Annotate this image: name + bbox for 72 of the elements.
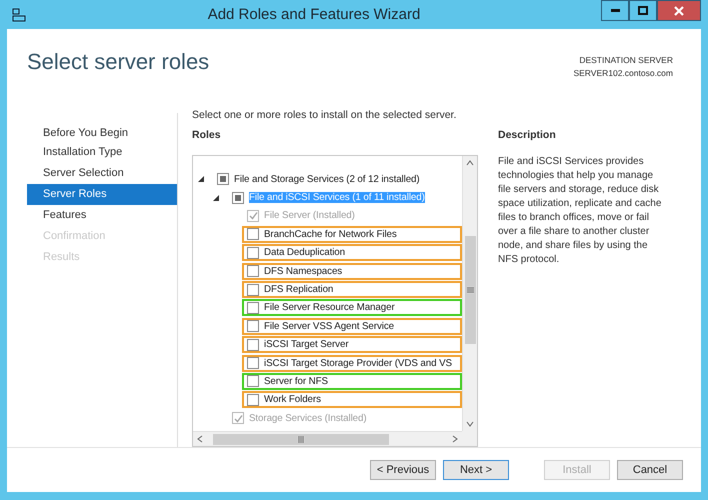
highlight-frame[interactable]: Data Deduplication xyxy=(242,244,462,262)
wizard-step[interactable]: Features xyxy=(27,205,177,226)
page-title: Select server roles xyxy=(27,49,210,76)
checkbox[interactable] xyxy=(247,228,259,240)
window-title: Add Roles and Features Wizard xyxy=(206,6,422,23)
roles-heading: Roles xyxy=(192,129,222,143)
highlight-frame[interactable]: iSCSI Target Storage Provider (VDS and VS xyxy=(242,354,462,372)
role-label: File and Storage Services (2 of 12 installed) xyxy=(234,174,420,185)
highlight-frame[interactable]: iSCSI Target Server xyxy=(242,336,462,354)
highlight-frame[interactable]: DFS Namespaces xyxy=(242,262,462,280)
scroll-left-icon[interactable] xyxy=(196,435,204,443)
role-label: File Server VSS Agent Service xyxy=(264,320,394,332)
role-label: Storage Services (Installed) xyxy=(249,412,367,424)
role-label: Work Folders xyxy=(264,394,321,406)
role-label: File and iSCSI Services (1 of 11 installed) xyxy=(249,192,425,204)
checkbox[interactable] xyxy=(247,265,259,278)
scroll-thumb[interactable] xyxy=(464,236,476,344)
role-label: File Server Resource Manager xyxy=(264,302,395,314)
description-heading: Description xyxy=(498,129,557,143)
wizard-step[interactable]: Server Selection xyxy=(27,163,177,184)
checkbox[interactable] xyxy=(247,338,259,351)
checkbox[interactable] xyxy=(247,375,259,388)
tree-item[interactable]: File and Storage Services (2 of 12 installed) xyxy=(212,170,462,188)
role-label: Data Deduplication xyxy=(264,247,345,258)
close-button[interactable] xyxy=(657,0,701,21)
role-label: iSCSI Target Storage Provider (VDS and VS xyxy=(264,358,452,369)
highlight-frame[interactable]: File Server VSS Agent Service xyxy=(242,318,462,335)
highlight-frame[interactable]: File Server Resource Manager xyxy=(242,299,462,316)
highlight-frame[interactable]: Work Folders xyxy=(242,391,462,408)
highlight-frame[interactable]: DFS Replication xyxy=(242,281,462,298)
description-text: File and iSCSI Services provides technologies that help you manage file servers and storage, reduce disk space utilization, replicate and cache files to branch offices, move or fail over a file share to another cluster node, and share files by using the NFS protocol. xyxy=(498,155,662,267)
role-label: DFS Replication xyxy=(264,284,334,296)
scroll-down-icon[interactable] xyxy=(466,420,474,428)
wizard-step[interactable]: Installation Type xyxy=(27,142,177,163)
checkbox[interactable] xyxy=(232,192,244,204)
scroll-thumb[interactable] xyxy=(213,434,389,444)
destination-label: DESTINATION SERVER xyxy=(579,55,673,65)
wizard-button[interactable]: < Previous xyxy=(370,460,436,480)
scroll-up-icon[interactable] xyxy=(466,159,474,167)
wizard-button[interactable]: Cancel xyxy=(617,460,683,480)
minimize-icon xyxy=(610,9,620,12)
destination-server: SERVER102.contoso.com xyxy=(573,68,673,78)
minimize-button[interactable] xyxy=(601,0,629,21)
checkbox[interactable] xyxy=(247,302,259,314)
maximize-icon xyxy=(638,6,648,15)
checkbox[interactable] xyxy=(247,357,259,370)
checkbox[interactable] xyxy=(247,246,259,259)
role-label: BranchCache for Network Files xyxy=(264,228,397,240)
expand-arrow-icon[interactable] xyxy=(198,176,204,182)
horizontal-scrollbar[interactable] xyxy=(193,431,462,446)
wizard-step[interactable]: Before You Begin xyxy=(27,123,177,144)
expand-arrow-icon[interactable] xyxy=(213,194,219,201)
maximize-button[interactable] xyxy=(629,0,657,21)
role-label: DFS Namespaces xyxy=(264,266,342,277)
server-icon xyxy=(11,6,27,22)
scroll-right-icon[interactable] xyxy=(451,435,459,443)
wizard-step[interactable]: Server Roles xyxy=(27,184,177,205)
highlight-frame[interactable]: BranchCache for Network Files xyxy=(242,226,462,243)
role-label: File Server (Installed) xyxy=(264,210,355,222)
checkbox[interactable] xyxy=(247,320,259,332)
wizard-button[interactable]: Next > xyxy=(443,460,509,480)
checkbox[interactable] xyxy=(247,284,259,296)
checkbox[interactable] xyxy=(247,394,259,406)
vertical-scrollbar[interactable] xyxy=(462,156,477,431)
instruction-text: Select one or more roles to install on the selected server. xyxy=(192,109,458,121)
checkbox[interactable] xyxy=(217,173,229,186)
role-label: iSCSI Target Server xyxy=(264,339,348,350)
close-icon xyxy=(674,6,684,16)
check-mark xyxy=(248,211,258,220)
role-label: Server for NFS xyxy=(264,376,328,387)
highlight-frame[interactable]: Server for NFS xyxy=(242,372,462,390)
check-mark xyxy=(234,414,242,423)
